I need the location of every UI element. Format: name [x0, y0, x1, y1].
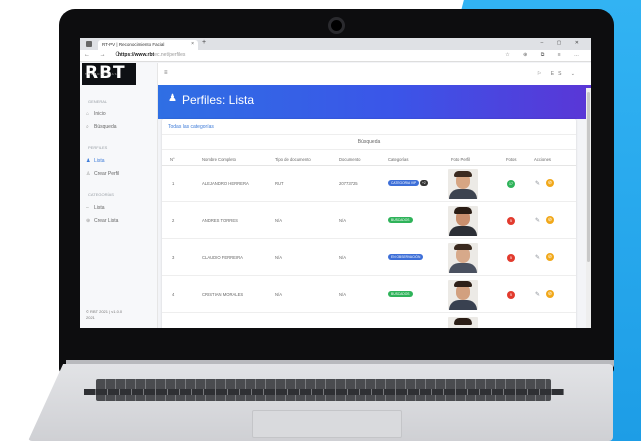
sidebar-item-inicio[interactable]: ⌂ Inicio: [86, 111, 106, 117]
table-row[interactable]: 2 ANDRES TORRES N/A N/A BUSCADOS 5 ✎ ⊘: [162, 203, 576, 239]
app-window: RBT TECNOLOGIAS GENERAL ⌂ Inicio ⌕ Búsqued…: [80, 63, 591, 328]
photos-count-badge: 5: [507, 291, 515, 299]
row-doc-type: N/A: [275, 255, 282, 260]
search-icon: ⌕: [86, 124, 89, 130]
profile-photo: [448, 317, 478, 328]
row-number: 2: [172, 218, 175, 223]
users-icon: ♟: [168, 93, 177, 104]
profile-photo: [448, 280, 478, 310]
scrollbar-thumb[interactable]: [587, 92, 590, 262]
top-bar-language[interactable]: ⚐ ES ⌄: [537, 71, 579, 77]
edit-icon[interactable]: ✎: [535, 180, 540, 187]
tab-actions-icon[interactable]: [86, 41, 92, 47]
table-row[interactable]: 1 ALEJANDRO HERRERA RUT 20773725 CATEGOR…: [162, 166, 576, 202]
row-name: ANDRES TORRES: [202, 218, 238, 223]
new-tab-button[interactable]: +: [202, 39, 206, 46]
plus-circle-icon: ⊕: [86, 218, 91, 224]
window-controls[interactable]: – ▢ ✕: [541, 40, 585, 46]
category-badge: CATEGORIA VIP: [388, 180, 420, 186]
browser-tab-bar: RT-PV | Reconocimiento Facial × + – ▢ ✕: [80, 38, 591, 50]
close-tab-icon[interactable]: ×: [191, 41, 194, 47]
category-badge: BUSCADOS: [388, 217, 413, 223]
column-header-photos: Fotos: [506, 157, 517, 162]
page-title: Perfiles: Lista: [182, 93, 255, 107]
laptop-trackpad: [252, 410, 402, 438]
column-header-actions: Acciones: [534, 157, 551, 162]
divider: [162, 149, 576, 150]
rbt-logo[interactable]: RBT TECNOLOGIAS: [82, 63, 136, 85]
search-label[interactable]: Búsqueda: [162, 139, 576, 145]
sidebar-item-crear-perfil[interactable]: ♙ Crear Perfil: [86, 171, 119, 177]
delete-icon[interactable]: ⊘: [546, 253, 554, 261]
sidebar-item-crear-lista[interactable]: ⊕ Crear Lista: [86, 218, 118, 224]
table-row[interactable]: 3 CLAUDIO FERREIRA N/A N/A EN OBSERVACIÓ…: [162, 240, 576, 276]
column-header-document: Documento: [339, 157, 361, 162]
column-header-photo: Foto Perfil: [451, 157, 471, 162]
table-row[interactable]: 4 CRISTIAN MORALES N/A N/A BUSCADOS 5 ✎ …: [162, 277, 576, 313]
edit-icon[interactable]: ✎: [535, 217, 540, 224]
list-icon: –: [86, 205, 89, 211]
sidebar: RBT TECNOLOGIAS GENERAL ⌂ Inicio ⌕ Búsqued…: [80, 63, 158, 328]
browser-address-bar: ← → C https://www.rbtec.net/perfiles ☆ ⊕…: [80, 50, 591, 62]
row-name: ALEJANDRO HERRERA: [202, 181, 249, 186]
sidebar-section-general: GENERAL: [88, 99, 108, 104]
row-document: N/A: [339, 218, 346, 223]
divider: [162, 134, 576, 135]
row-number: 4: [172, 292, 175, 297]
category-badge: BUSCADOS: [388, 291, 413, 297]
sidebar-section-perfiles: PERFILES: [88, 145, 108, 150]
sidebar-footer: © RBT 2021 | v1.0.0 2021: [86, 309, 123, 320]
photos-count-badge: 17: [507, 180, 515, 188]
laptop-keyboard-row: [84, 389, 564, 395]
column-header-name: Nombre Completo: [202, 157, 236, 162]
home-icon: ⌂: [86, 111, 90, 117]
delete-icon[interactable]: ⊘: [546, 216, 554, 224]
profiles-card: Todas las categorías Búsqueda N° Nombre …: [162, 119, 576, 328]
menu-toggle-icon[interactable]: ≡: [164, 70, 168, 76]
row-document: 20773725: [339, 181, 358, 186]
row-name: CRISTIAN MORALES: [202, 292, 244, 297]
row-number: 3: [172, 255, 175, 260]
row-document: N/A: [339, 255, 346, 260]
top-bar: ≡ ⚐ ES ⌄: [158, 63, 591, 85]
category-badge: EN OBSERVACIÓN: [388, 254, 424, 260]
category-filter-link[interactable]: Todas las categorías: [168, 124, 214, 130]
sidebar-item-lista-categorias[interactable]: – Lista: [86, 205, 105, 211]
row-document: N/A: [339, 292, 346, 297]
profile-photo: [448, 243, 478, 273]
sidebar-item-busqueda[interactable]: ⌕ Búsqueda: [86, 124, 117, 130]
column-header-categories: Categorías: [388, 157, 409, 162]
profile-photo: [448, 206, 478, 236]
row-doc-type: N/A: [275, 292, 282, 297]
photos-count-badge: 5: [507, 217, 515, 225]
page-header: ♟ Perfiles: Lista: [158, 85, 591, 119]
row-name: CLAUDIO FERREIRA: [202, 255, 243, 260]
row-number: 1: [172, 181, 175, 186]
profile-photo: [448, 169, 478, 199]
sidebar-section-categorias: CATEGORÍAS: [88, 192, 114, 197]
edit-icon[interactable]: ✎: [535, 254, 540, 261]
table-row[interactable]: [162, 314, 576, 328]
sidebar-item-lista[interactable]: ♟ Lista: [86, 158, 105, 164]
laptop-screen: RT-PV | Reconocimiento Facial × + – ▢ ✕ …: [80, 38, 591, 328]
tab-title: RT-PV | Reconocimiento Facial: [102, 42, 165, 47]
add-user-icon: ♙: [86, 171, 91, 177]
page-scrollbar[interactable]: [586, 88, 591, 328]
delete-icon[interactable]: ⊘: [546, 179, 554, 187]
category-more-badge[interactable]: +2: [420, 180, 428, 186]
url-field[interactable]: https://www.rbtec.net/perfiles: [118, 52, 185, 58]
row-doc-type: RUT: [275, 181, 284, 186]
photos-count-badge: 5: [507, 254, 515, 262]
browser-tab[interactable]: RT-PV | Reconocimiento Facial ×: [98, 40, 198, 50]
column-header-doc-type: Tipo de documento: [275, 157, 311, 162]
row-doc-type: N/A: [275, 218, 282, 223]
delete-icon[interactable]: ⊘: [546, 290, 554, 298]
column-header-number: N°: [170, 157, 175, 162]
user-icon: ♟: [86, 158, 91, 164]
address-bar-icons[interactable]: ☆ ⊕ ⧉ ≡ …: [505, 52, 585, 58]
camera-icon: [328, 17, 345, 34]
edit-icon[interactable]: ✎: [535, 291, 540, 298]
